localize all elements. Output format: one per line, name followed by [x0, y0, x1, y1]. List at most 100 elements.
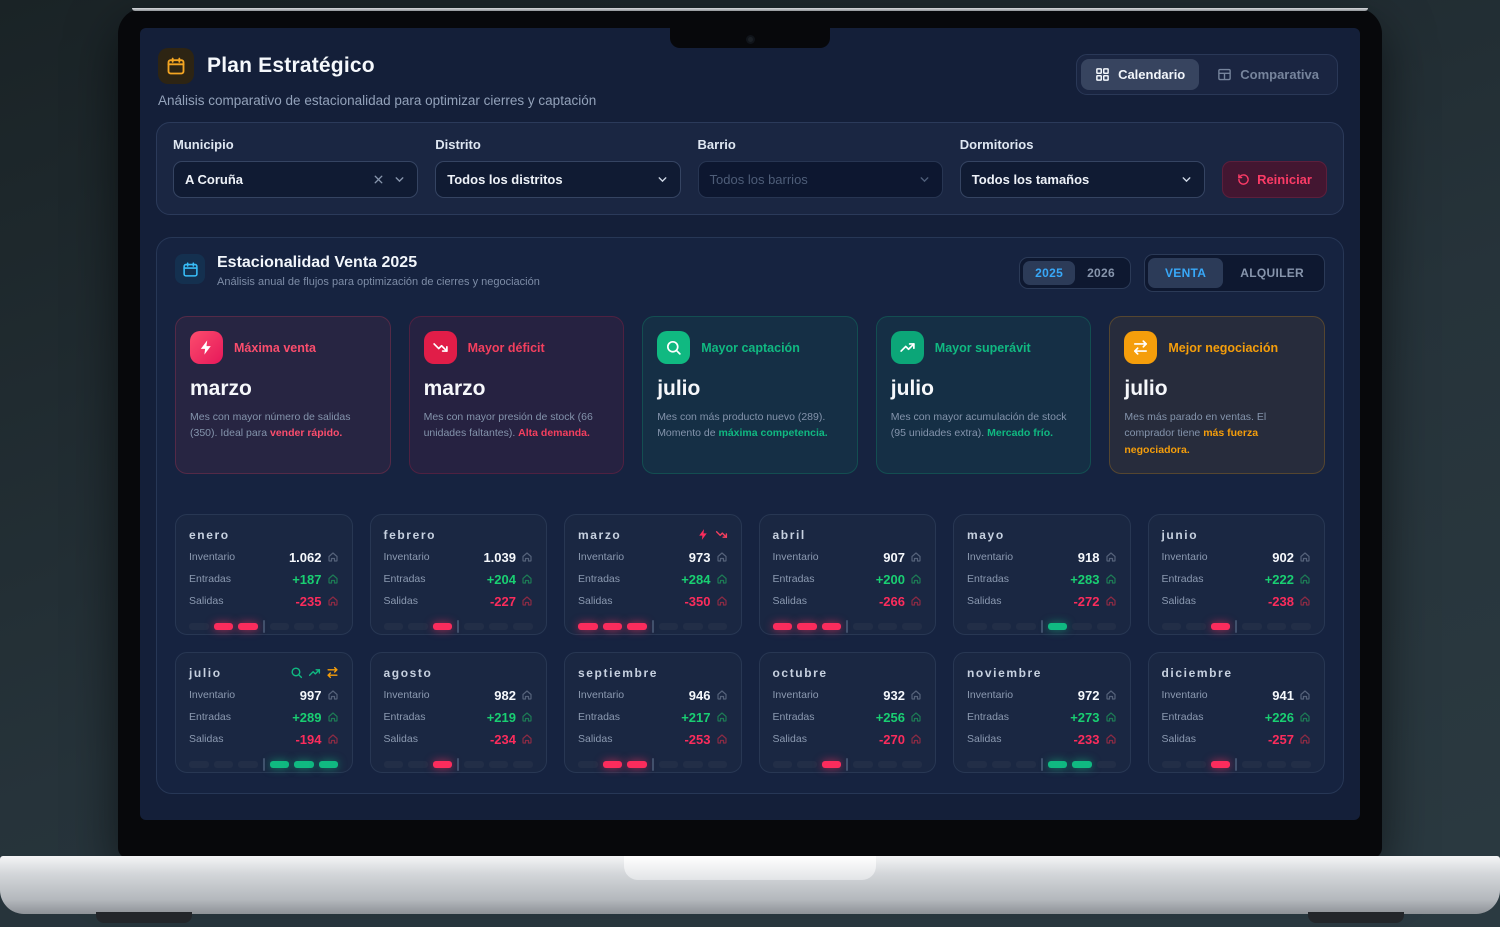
month-bars [189, 757, 339, 771]
outflow-value: -238 [1267, 593, 1294, 609]
outflow-label: Salidas [578, 733, 613, 746]
month-card-febrero[interactable]: febrero Inventario 1.039 Entradas +204 Sal… [369, 513, 547, 635]
house-icon [521, 551, 533, 563]
highlight-description: Mes con mayor presión de stock (66 unida… [423, 411, 593, 440]
laptop-base [0, 856, 1500, 914]
clear-icon[interactable] [372, 173, 385, 186]
house-icon [716, 573, 728, 585]
house-icon [521, 595, 533, 607]
dormitorios-select[interactable]: Todos los tamaños [959, 161, 1206, 198]
month-card-junio[interactable]: junio Inventario 902 Entradas +222 Salidas… [1147, 513, 1325, 635]
tab-comparativa[interactable]: Comparativa [1203, 59, 1333, 90]
bar-segment [383, 622, 404, 630]
highlight-mayor-deficit[interactable]: Mayor déficit marzo Mes con mayor presió… [408, 316, 625, 474]
page-subtitle: Análisis comparativo de estacionalidad p… [158, 93, 597, 108]
month-name: diciembre [1161, 665, 1233, 680]
house-icon [327, 595, 339, 607]
inventory-value: 918 [1077, 549, 1100, 565]
bar-segment [683, 622, 703, 630]
reset-button[interactable]: Reiniciar [1222, 161, 1327, 198]
bar-segment [1242, 760, 1262, 768]
bar-divider [262, 619, 265, 633]
year-2026-button[interactable]: 2026 [1075, 261, 1127, 285]
inventory-label: Inventario [1161, 689, 1208, 702]
highlight-cards: Máxima venta marzo Mes con mayor número … [175, 316, 1325, 474]
bar-segment [213, 622, 234, 630]
house-icon [327, 733, 339, 745]
bar-segment [1291, 760, 1311, 768]
bar-segment [602, 760, 623, 768]
highlight-mayor-captacion[interactable]: Mayor captación julio Mes con más produc… [642, 316, 858, 474]
bar-divider [1040, 619, 1043, 633]
month-name: agosto [383, 665, 433, 680]
trend-up-icon [890, 331, 924, 364]
month-card-octubre[interactable]: octubre Inventario 932 Entradas +256 Salid… [758, 651, 936, 773]
month-card-diciembre[interactable]: diciembre Inventario 941 Entradas +226 Sal… [1147, 651, 1325, 773]
inflow-value: +200 [875, 571, 905, 587]
bar-segment [1266, 760, 1287, 768]
calendar-icon [158, 48, 194, 84]
chevron-down-icon [658, 177, 666, 183]
outflow-label: Salidas [772, 595, 807, 608]
mode-venta-button[interactable]: VENTA [1147, 258, 1224, 288]
distrito-select[interactable]: Todos los distritos [435, 161, 681, 198]
inflow-value: +217 [681, 709, 711, 725]
month-card-septiembre[interactable]: septiembre Inventario 946 Entradas +217 Sa… [564, 651, 742, 773]
mode-alquiler-button[interactable]: ALQUILER [1223, 258, 1321, 288]
month-name: abril [772, 527, 806, 542]
highlight-label: Mayor superávit [934, 340, 1031, 355]
house-icon [521, 733, 533, 745]
year-2025-button[interactable]: 2025 [1023, 261, 1076, 285]
outflow-label: Salidas [189, 595, 224, 608]
outflow-value: -233 [1073, 731, 1100, 747]
house-icon [521, 711, 533, 723]
bolt-icon [697, 528, 710, 541]
bar-divider [457, 757, 460, 771]
view-toggle: Calendario Comparativa [1076, 54, 1338, 95]
bar-segment [991, 760, 1012, 768]
inventory-value: 946 [688, 687, 711, 703]
barrio-select[interactable]: Todos los barrios [697, 161, 943, 198]
house-icon [1105, 711, 1117, 723]
tab-calendario[interactable]: Calendario [1081, 59, 1200, 90]
house-icon [1105, 733, 1117, 745]
inventory-label: Inventario [967, 689, 1014, 702]
month-bars [1161, 757, 1312, 771]
inflow-label: Entradas [1161, 711, 1204, 724]
outflow-value: -270 [878, 731, 905, 747]
inflow-value: +204 [486, 571, 516, 587]
highlight-mejor-negociacion[interactable]: Mejor negociación julio Mes más parado e… [1109, 316, 1325, 474]
municipio-select[interactable]: A Coruña [173, 161, 419, 198]
webcam-icon [745, 34, 755, 44]
month-card-enero[interactable]: enero Inventario 1.062 Entradas +187 Salid… [175, 513, 353, 635]
month-card-mayo[interactable]: mayo Inventario 918 Entradas +283 Salidas -… [953, 513, 1131, 635]
house-icon [1105, 689, 1117, 701]
swap-icon [326, 666, 339, 679]
inventory-label: Inventario [772, 689, 819, 702]
month-card-julio[interactable]: julio Inventario 997 Entradas +289 Salidas… [175, 651, 353, 773]
month-card-noviembre[interactable]: noviembre Inventario 972 Entradas +273 Sal… [953, 651, 1131, 773]
month-card-marzo[interactable]: marzo Inventario 973 Entradas +284 Salidas… [564, 513, 742, 635]
highlight-label: Mayor déficit [467, 340, 545, 355]
bar-segment [294, 760, 314, 768]
bar-segment [318, 622, 339, 630]
house-icon [910, 711, 922, 723]
inflow-label: Entradas [189, 573, 232, 586]
outflow-value: -350 [684, 593, 711, 609]
highlight-maxima-venta[interactable]: Máxima venta marzo Mes con mayor número … [175, 316, 391, 474]
bar-segment [627, 760, 647, 768]
trend-down-icon [423, 331, 457, 364]
laptop-base-notch [624, 856, 876, 880]
highlight-mayor-superavit[interactable]: Mayor superávit julio Mes con mayor acum… [875, 316, 1092, 474]
month-card-abril[interactable]: abril Inventario 907 Entradas +200 Salidas… [758, 513, 936, 635]
dormitorios-label: Dormitorios [959, 137, 1034, 152]
inventory-value: 972 [1077, 687, 1100, 703]
house-icon [716, 551, 728, 563]
inventory-label: Inventario [189, 551, 236, 564]
month-card-agosto[interactable]: agosto Inventario 982 Entradas +219 Salida… [369, 651, 547, 773]
month-bars [772, 619, 923, 633]
house-icon [910, 573, 922, 585]
house-icon [327, 551, 339, 563]
bar-segment [853, 760, 873, 768]
month-bars [189, 619, 339, 633]
